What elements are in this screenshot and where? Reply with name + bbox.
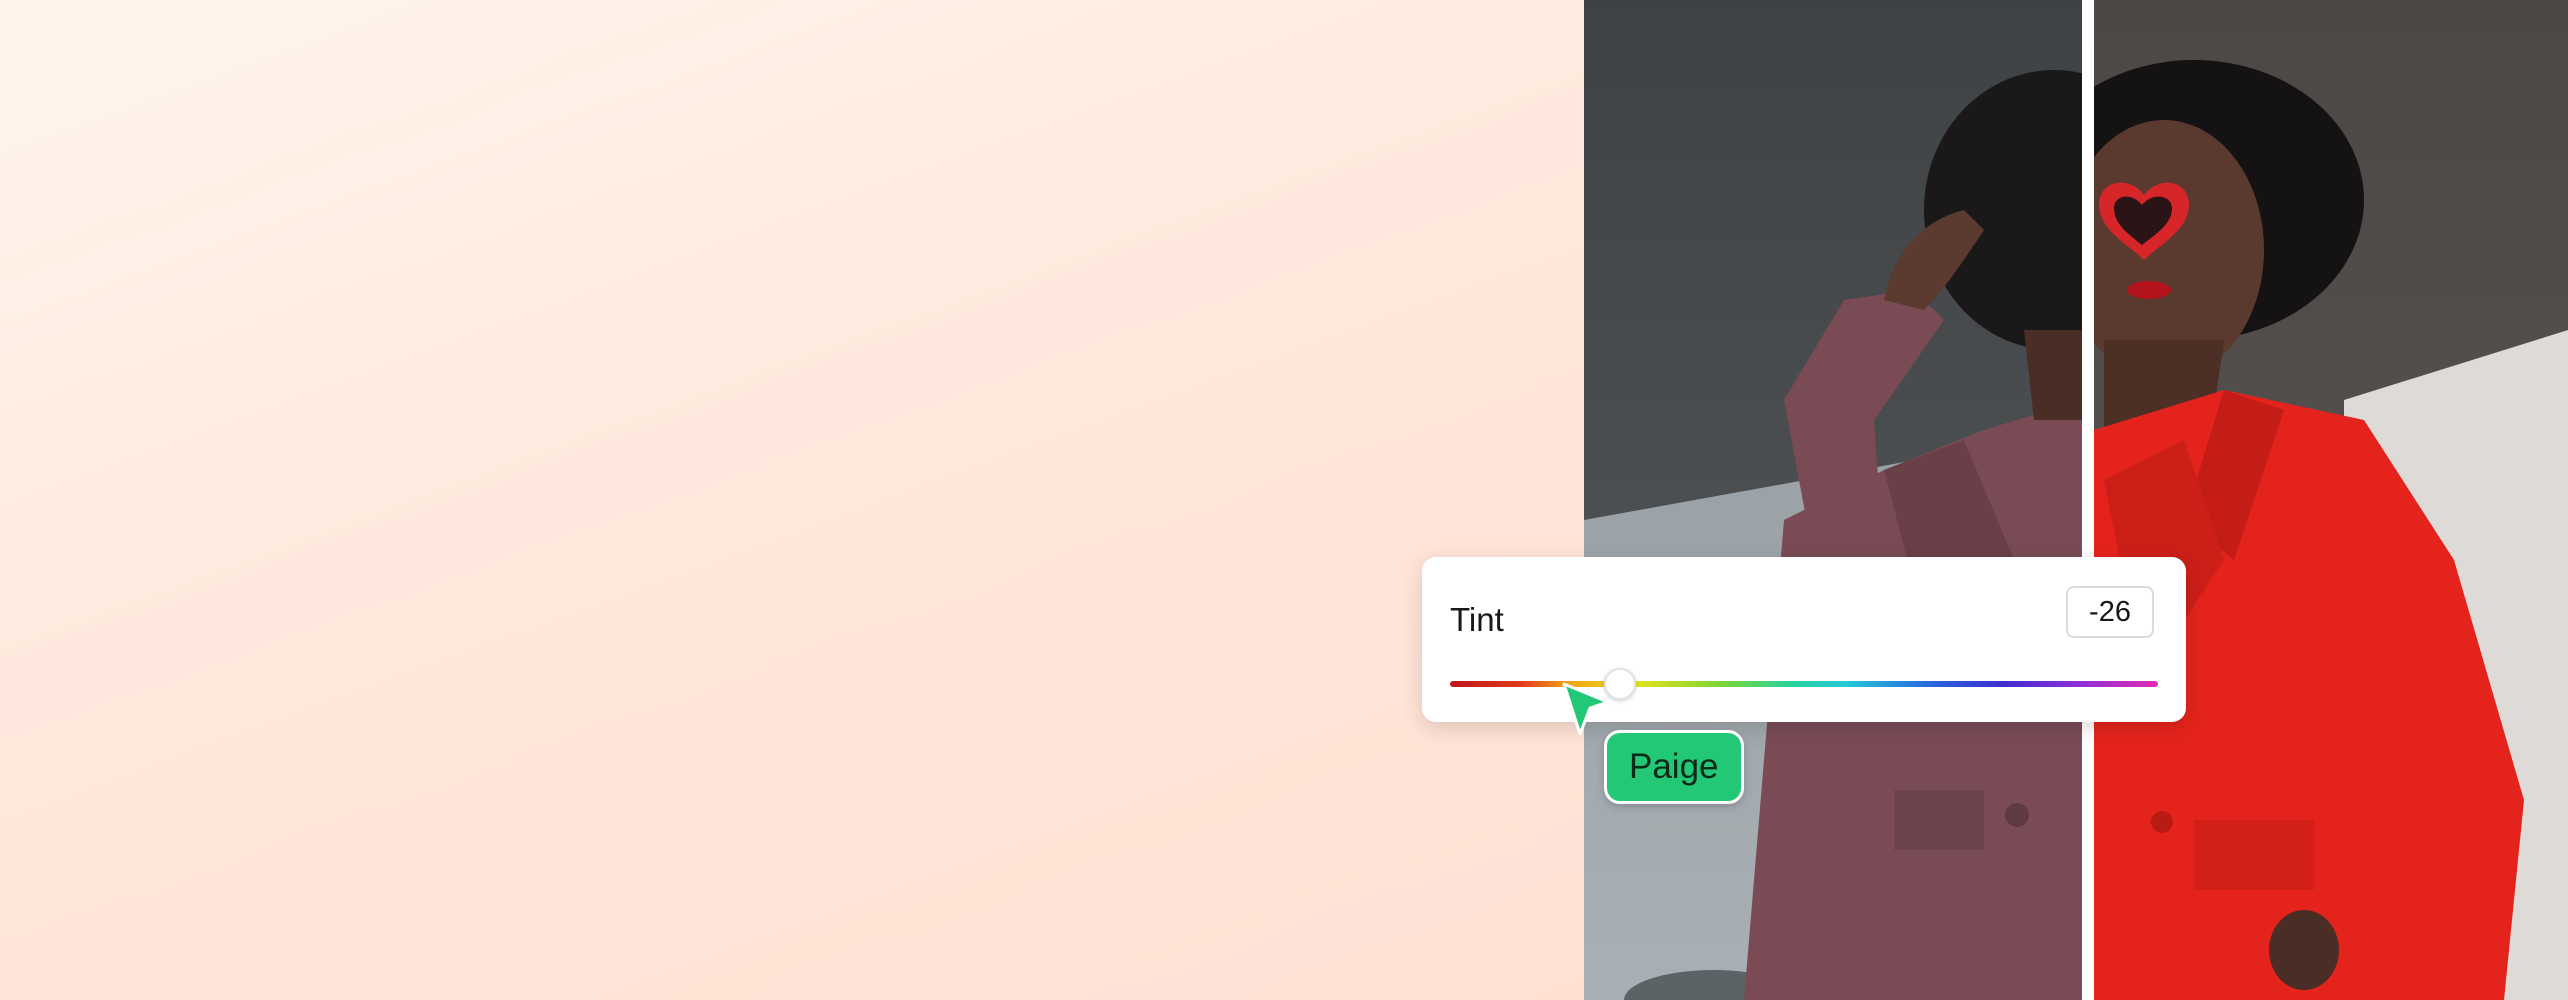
tint-label: Tint [1450,601,1504,638]
tint-adjustment-panel: Tint -26 [1422,557,2186,722]
before-after-divider[interactable] [2082,0,2094,1000]
tint-value-input[interactable]: -26 [2066,586,2154,638]
photo-illustration [1584,0,2568,1000]
collaborator-name-badge: Paige [1604,730,1744,804]
before-after-photo [1584,0,2568,1000]
tint-slider-track[interactable] [1450,681,2158,687]
